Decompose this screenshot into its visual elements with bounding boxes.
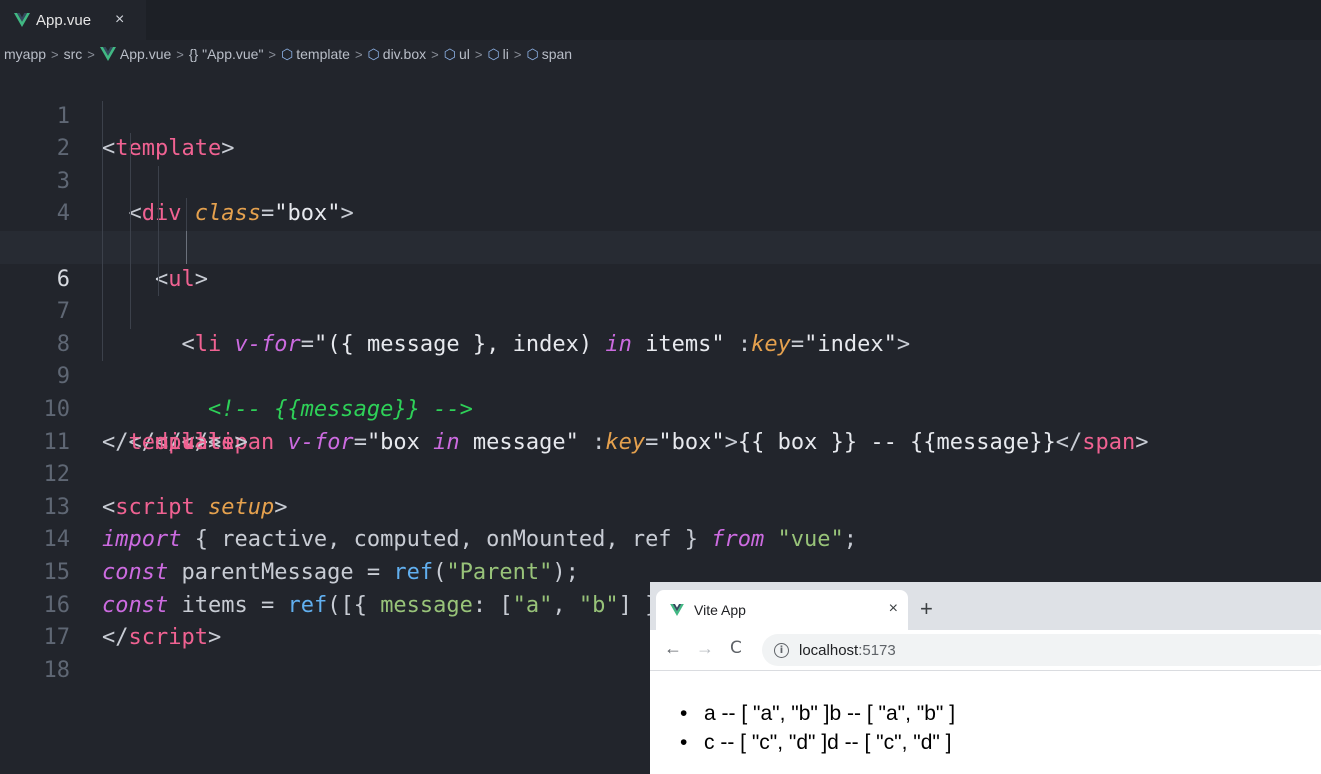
symbol-icon: ⬡ xyxy=(487,45,500,62)
code-line[interactable]: 1 <template> xyxy=(0,68,1321,162)
tab-label: App.vue xyxy=(36,11,92,29)
page-content: a -- [ "a", "b" ]b -- [ "a", "b" ] c -- … xyxy=(650,671,1321,774)
indent-guide xyxy=(102,198,103,231)
indent-guide xyxy=(130,198,131,231)
vue-logo-icon xyxy=(670,604,684,616)
chevron-right-icon: > xyxy=(354,46,363,62)
symbol-icon: ⬡ xyxy=(281,45,294,62)
reload-icon[interactable]: C xyxy=(730,638,742,658)
code-line[interactable]: 12 <script setup> xyxy=(0,427,1321,520)
breadcrumb-module[interactable]: {} "App.vue" xyxy=(189,46,264,62)
close-icon[interactable]: × xyxy=(889,600,898,618)
indent-guide xyxy=(102,328,103,362)
rendered-list: a -- [ "a", "b" ]b -- [ "a", "b" ] c -- … xyxy=(680,699,955,757)
chevron-right-icon: > xyxy=(474,46,483,62)
browser-toolbar: ← → C i localhost:5173 xyxy=(650,630,1321,671)
symbol-icon: ⬡ xyxy=(367,45,380,62)
code-line-current[interactable]: 6 <span v-for="box in message" :key="box… xyxy=(0,230,1321,455)
browser-tab[interactable]: Vite App × xyxy=(656,590,908,630)
close-icon[interactable]: × xyxy=(115,11,124,29)
breadcrumb-src[interactable]: src xyxy=(64,46,83,62)
code-line[interactable]: 4 <li v-for="({ message }, index) in ite… xyxy=(0,165,1321,357)
code-line[interactable]: 10 </template> xyxy=(0,361,1321,455)
chevron-right-icon: > xyxy=(268,46,277,62)
back-arrow-icon[interactable]: ← xyxy=(664,638,682,659)
indent-guide xyxy=(102,100,103,134)
browser-window: Vite App × + ← → C i localhost:5173 a --… xyxy=(650,582,1321,774)
indent-guide xyxy=(102,263,103,297)
indent-guide xyxy=(102,165,103,199)
vue-logo-icon xyxy=(99,47,116,61)
code-line[interactable]: 13 import { reactive, computed, onMounte… xyxy=(0,459,1321,553)
indent-guide xyxy=(102,133,103,166)
info-icon[interactable]: i xyxy=(774,642,789,658)
breadcrumb-template[interactable]: template xyxy=(296,46,350,62)
indent-guide xyxy=(130,230,131,264)
breadcrumb-div-box[interactable]: div.box xyxy=(383,46,426,62)
code-line[interactable]: 9 </div> xyxy=(0,328,1321,455)
line-number: 18 xyxy=(43,657,71,683)
breadcrumb-li[interactable]: li xyxy=(503,46,509,62)
indent-guide xyxy=(130,296,131,329)
code-line[interactable]: 15 const items = ref([{ message: ["a", "… xyxy=(0,524,1321,618)
code-editor[interactable]: 1 <template> 2 <div class="box"> 3 <ul> … xyxy=(0,68,1321,683)
chevron-right-icon: > xyxy=(176,46,184,62)
breadcrumb-myapp[interactable]: myapp xyxy=(4,46,46,62)
code-line[interactable]: 11 xyxy=(0,394,1321,455)
breadcrumb: myapp > src > App.vue > {} "App.vue" > ⬡… xyxy=(0,40,1321,68)
url-text: localhost:5173 xyxy=(799,641,896,659)
indent-guide xyxy=(186,230,187,264)
browser-tab-title: Vite App xyxy=(694,602,746,618)
plus-icon[interactable]: + xyxy=(920,596,933,622)
chevron-right-icon: > xyxy=(513,46,522,62)
code-line[interactable]: 2 <div class="box"> xyxy=(0,100,1321,226)
chevron-right-icon: > xyxy=(431,46,439,62)
browser-tab-bar: Vite App × + xyxy=(650,582,1321,630)
code-line[interactable]: 7 </li> xyxy=(0,263,1321,455)
code-line[interactable]: 5 <!-- {{message}} --> xyxy=(0,198,1321,422)
indent-guide xyxy=(102,296,103,329)
symbol-icon: ⬡ xyxy=(443,45,456,62)
indent-guide xyxy=(158,263,159,297)
address-bar[interactable]: i localhost:5173 xyxy=(762,634,1321,666)
breadcrumb-app-vue[interactable]: App.vue xyxy=(120,46,171,62)
list-item: a -- [ "a", "b" ]b -- [ "a", "b" ] xyxy=(680,699,955,728)
indent-guide xyxy=(130,263,131,297)
indent-guide xyxy=(130,165,131,199)
indent-guide xyxy=(158,198,159,231)
code-line[interactable]: 3 <ul> xyxy=(0,133,1321,292)
tab-app-vue[interactable]: App.vue × xyxy=(0,0,146,40)
code-line[interactable]: 14 const parentMessage = ref("Parent"); xyxy=(0,492,1321,585)
indent-guide xyxy=(158,230,159,264)
editor-tab-bar: App.vue × xyxy=(0,0,1321,40)
code-line[interactable]: 8 </ul> xyxy=(0,296,1321,455)
indent-guide xyxy=(158,165,159,199)
chevron-right-icon: > xyxy=(51,46,59,62)
indent-guide xyxy=(130,133,131,166)
forward-arrow-icon[interactable]: → xyxy=(696,638,714,659)
vue-logo-icon xyxy=(14,13,30,27)
list-item: c -- [ "c", "d" ]d -- [ "c", "d" ] xyxy=(680,728,955,757)
breadcrumb-ul[interactable]: ul xyxy=(459,46,470,62)
indent-guide xyxy=(102,230,103,264)
indent-guide xyxy=(186,198,187,231)
chevron-right-icon: > xyxy=(87,46,95,62)
breadcrumb-span[interactable]: span xyxy=(542,46,572,62)
symbol-icon: ⬡ xyxy=(526,45,539,62)
